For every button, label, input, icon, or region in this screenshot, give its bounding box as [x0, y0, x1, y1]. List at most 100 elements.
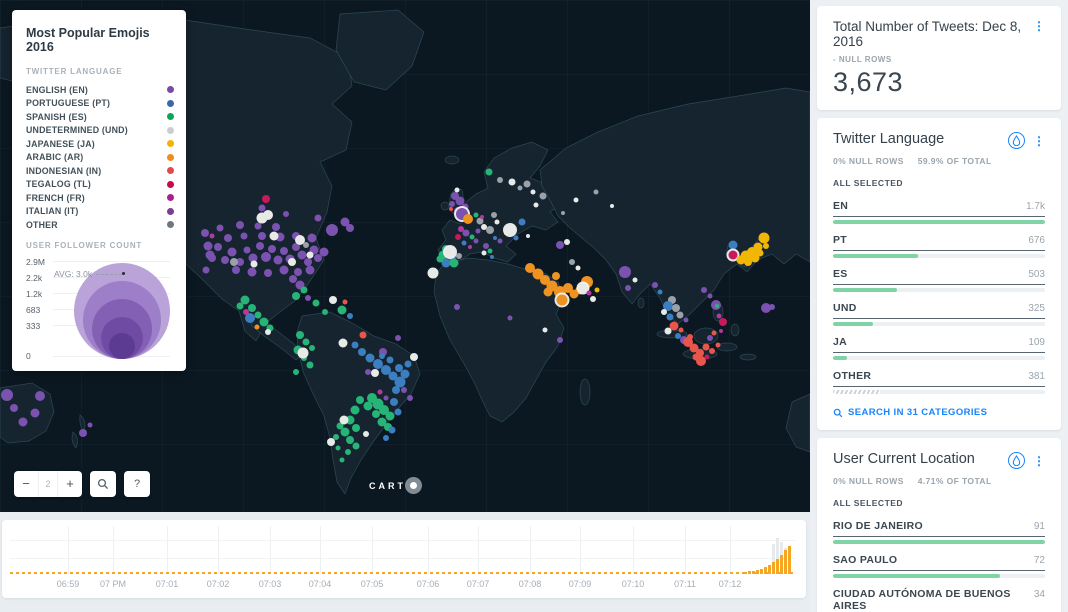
map-data-point[interactable] — [769, 304, 775, 310]
map-data-point[interactable] — [301, 287, 308, 294]
map-data-point[interactable] — [346, 224, 354, 232]
map-data-point[interactable] — [619, 266, 631, 278]
map-data-point[interactable] — [297, 348, 308, 359]
map-data-point[interactable] — [526, 234, 530, 238]
map-data-point[interactable] — [540, 193, 547, 200]
map-data-point[interactable] — [248, 304, 256, 312]
map-data-point[interactable] — [468, 245, 472, 249]
map-data-point[interactable] — [556, 295, 567, 306]
category-row[interactable]: JA109 — [833, 336, 1045, 360]
map-data-point[interactable] — [305, 295, 311, 301]
map-data-point[interactable] — [498, 239, 503, 244]
map-data-point[interactable] — [679, 328, 684, 333]
map-data-point[interactable] — [340, 416, 349, 425]
map-data-point[interactable] — [296, 331, 304, 339]
map-data-point[interactable] — [455, 234, 461, 240]
map-data-point[interactable] — [709, 348, 715, 354]
map-data-point[interactable] — [384, 396, 389, 401]
map-data-point[interactable] — [707, 335, 713, 341]
map-data-point[interactable] — [338, 306, 347, 315]
map-data-point[interactable] — [474, 213, 479, 218]
map-data-point[interactable] — [437, 256, 444, 263]
category-row[interactable]: PT676 — [833, 234, 1045, 258]
map-data-point[interactable] — [237, 303, 244, 310]
map-data-point[interactable] — [390, 398, 398, 406]
map-data-point[interactable] — [345, 449, 351, 455]
map-data-point[interactable] — [401, 387, 407, 393]
map-data-point[interactable] — [757, 250, 764, 257]
map-data-point[interactable] — [208, 254, 216, 262]
carto-logo[interactable]: CART — [369, 477, 422, 494]
map-data-point[interactable] — [307, 252, 314, 259]
map-data-point[interactable] — [320, 248, 329, 257]
map-data-point[interactable] — [353, 443, 360, 450]
map-data-point[interactable] — [486, 226, 494, 234]
map-data-point[interactable] — [306, 266, 315, 275]
map-data-point[interactable] — [705, 355, 710, 360]
map-data-point[interactable] — [552, 272, 560, 280]
map-data-point[interactable] — [455, 188, 460, 193]
map-data-point[interactable] — [445, 247, 455, 257]
category-row[interactable]: CIUDAD AUTÓNOMA DE BUENOS AIRES34 — [833, 588, 1045, 612]
map-data-point[interactable] — [255, 325, 260, 330]
map-data-point[interactable] — [677, 312, 684, 319]
map-data-point[interactable] — [280, 247, 288, 255]
map-data-point[interactable] — [224, 234, 232, 242]
map-data-point[interactable] — [379, 353, 385, 359]
map-data-point[interactable] — [268, 245, 276, 253]
map-data-point[interactable] — [10, 404, 18, 412]
map-data-point[interactable] — [482, 251, 487, 256]
map-data-point[interactable] — [289, 275, 297, 283]
map-data-point[interactable] — [524, 181, 531, 188]
map-data-point[interactable] — [610, 204, 614, 208]
map-data-point[interactable] — [763, 243, 769, 249]
map-data-point[interactable] — [347, 313, 353, 319]
map-data-point[interactable] — [561, 211, 565, 215]
map-data-point[interactable] — [365, 369, 371, 375]
map-data-point[interactable] — [392, 386, 400, 394]
map-data-point[interactable] — [708, 294, 713, 299]
map-data-point[interactable] — [383, 435, 389, 441]
autostyle-button[interactable] — [1008, 132, 1025, 149]
map-data-point[interactable] — [493, 236, 497, 240]
map-data-point[interactable] — [518, 186, 523, 191]
zoom-out-button[interactable]: − — [14, 471, 38, 497]
map-data-point[interactable] — [292, 292, 300, 300]
map-data-point[interactable] — [509, 179, 516, 186]
map-data-point[interactable] — [243, 309, 249, 315]
map-data-point[interactable] — [280, 266, 289, 275]
map-data-point[interactable] — [428, 268, 439, 279]
map-data-point[interactable] — [372, 410, 380, 418]
map-data-point[interactable] — [386, 412, 395, 421]
map-data-point[interactable] — [274, 256, 283, 265]
map-data-point[interactable] — [201, 229, 209, 237]
map-data-point[interactable] — [759, 233, 770, 244]
map-data-point[interactable] — [476, 229, 481, 234]
map-data-point[interactable] — [340, 458, 345, 463]
map-data-point[interactable] — [351, 406, 360, 415]
widget-menu-icon[interactable]: ⋮ — [1033, 20, 1045, 32]
map-data-point[interactable] — [221, 256, 229, 264]
map-data-point[interactable] — [533, 203, 538, 208]
map-data-point[interactable] — [556, 241, 564, 249]
map-data-point[interactable] — [329, 296, 337, 304]
map-data-point[interactable] — [371, 369, 379, 377]
map-data-point[interactable] — [343, 300, 348, 305]
histogram-bar[interactable] — [784, 550, 787, 574]
map-data-point[interactable] — [719, 329, 723, 333]
map-data-point[interactable] — [490, 255, 494, 259]
category-row[interactable]: UND325 — [833, 302, 1045, 326]
map-data-point[interactable] — [395, 335, 401, 341]
map-data-point[interactable] — [244, 247, 251, 254]
widget-menu-icon[interactable]: ⋮ — [1033, 455, 1045, 467]
map-data-point[interactable] — [590, 296, 596, 302]
map-data-point[interactable] — [264, 269, 272, 277]
map-data-point[interactable] — [544, 288, 553, 297]
map-data-point[interactable] — [395, 409, 402, 416]
map-data-point[interactable] — [486, 169, 493, 176]
map-data-point[interactable] — [303, 339, 310, 346]
map-data-point[interactable] — [480, 215, 484, 219]
map-data-point[interactable] — [701, 287, 707, 293]
map-data-point[interactable] — [228, 248, 237, 257]
map-data-point[interactable] — [449, 207, 453, 211]
